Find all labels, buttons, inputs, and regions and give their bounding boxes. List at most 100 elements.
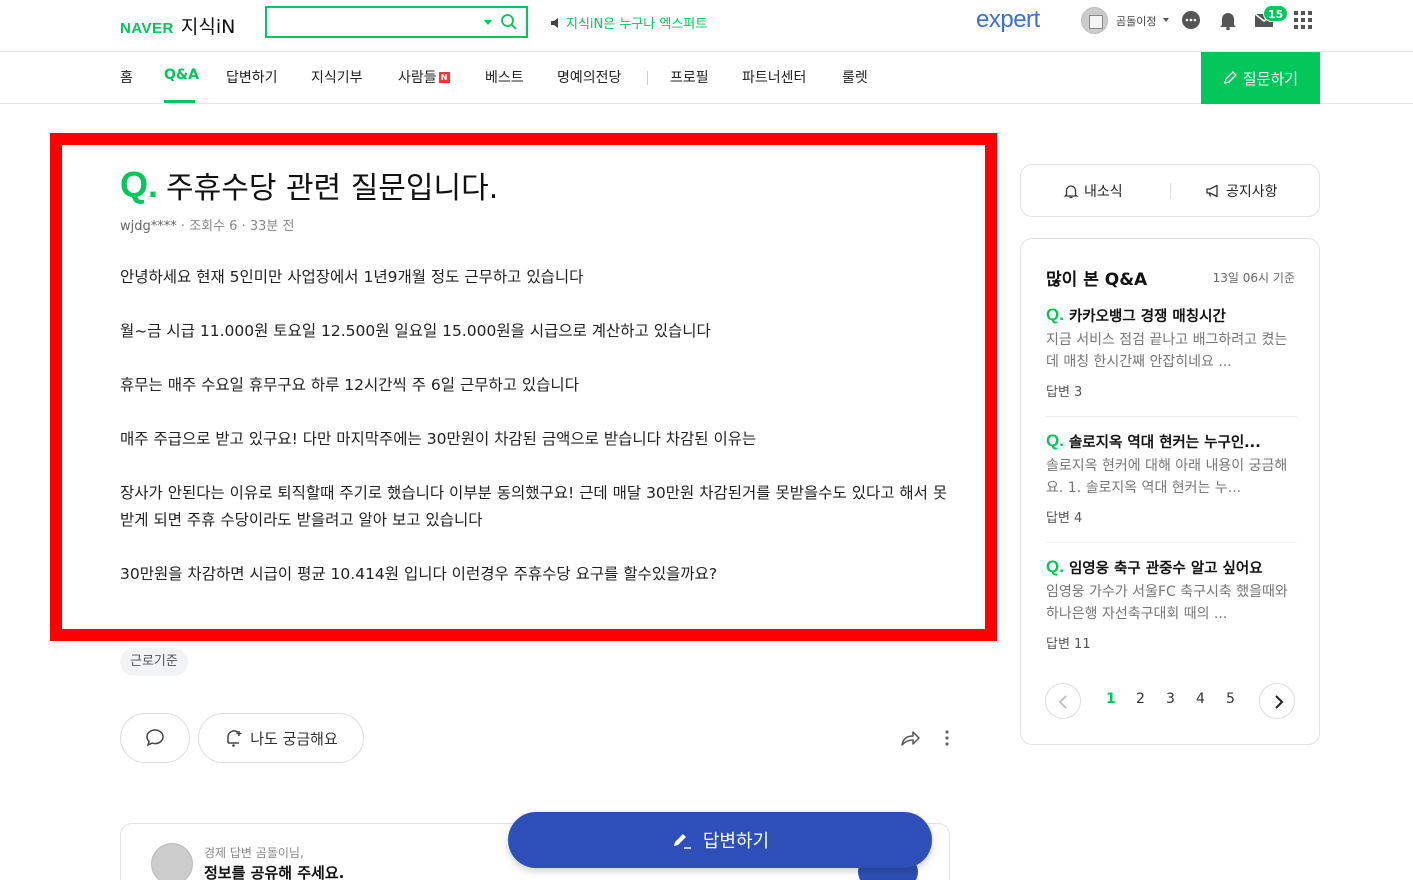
question-tag[interactable]: 근로기준 (120, 648, 188, 676)
popular-qna-title-line[interactable]: Q. 솔로지옥 역대 현커는 누구인... (1046, 431, 1297, 452)
top-header: NAVER 지식iN 지식iN은 누구나 엑스퍼트 expert 곰돌이정 15 (0, 0, 1413, 52)
question-paragraph: 장사가 안된다는 이유로 퇴직할때 주기로 했습니다 이부분 동의했구요! 근데… (120, 484, 948, 529)
chevron-right-icon (1275, 695, 1284, 709)
question-meta: wjdg**** · 조회수 6 · 33분 전 (120, 215, 294, 234)
tab-my-news[interactable]: 내소식 (1063, 181, 1123, 201)
nav-partner-center[interactable]: 파트너센터 (742, 67, 806, 87)
popular-qna-answer-count: 답변 11 (1046, 637, 1091, 652)
nav-home[interactable]: 홈 (120, 67, 133, 87)
pager-page[interactable]: 1 (1106, 691, 1116, 707)
bell-notification-icon[interactable] (1217, 9, 1239, 31)
message-count-badge: 15 (1263, 5, 1289, 22)
nav-people[interactable]: 사람들 N (398, 67, 450, 87)
chevron-left-icon (1058, 695, 1067, 709)
apps-grid-icon[interactable] (1292, 9, 1314, 31)
sidebar-tabs: 내소식 공지사항 (1020, 164, 1320, 217)
pager-prev-button[interactable] (1045, 683, 1081, 719)
curious-label[interactable]: 나도 궁금해요 (250, 728, 338, 749)
nav-people-label[interactable]: 사람들 (398, 70, 437, 86)
share-icon[interactable] (899, 727, 921, 749)
pager-page[interactable]: 2 (1136, 691, 1145, 707)
nav-profile[interactable]: 프로필 (670, 67, 709, 87)
comment-button[interactable] (120, 713, 190, 763)
bell-plus-icon (227, 730, 242, 747)
nav-roulette[interactable]: 룰렛 (842, 67, 868, 87)
search-icon[interactable] (500, 13, 518, 31)
pager-page[interactable]: 4 (1196, 691, 1205, 707)
question-mark: Q. (120, 164, 159, 205)
question-mark: Q. (1046, 305, 1064, 324)
answer-floating-label[interactable]: 답변하기 (703, 827, 769, 853)
nav-qna[interactable]: Q&A (164, 67, 199, 83)
meta-dot: · (180, 219, 190, 234)
nav-divider (647, 71, 648, 85)
popular-qna-item[interactable]: Q. 카카오뱅그 경쟁 매칭시간 지금 서비스 점검 끝나고 배그하려고 켰는데… (1046, 305, 1297, 400)
search-input[interactable] (265, 6, 528, 38)
new-badge: N (438, 72, 450, 83)
nav-best[interactable]: 베스트 (485, 67, 524, 87)
tab-notice[interactable]: 공지사항 (1205, 181, 1278, 201)
ask-question-button[interactable]: 질문하기 (1201, 52, 1320, 104)
naver-jisikin-logo[interactable]: NAVER 지식iN (120, 12, 235, 39)
popular-qna-desc[interactable]: 솔로지옥 현커에 대해 아래 내용이 궁금해요. 1. 솔로지옥 역대 현커는 … (1046, 455, 1297, 499)
popular-qna-item[interactable]: Q. 솔로지옥 역대 현커는 누구인... 솔로지옥 현커에 대해 아래 내용이… (1046, 431, 1297, 526)
expert-logo[interactable]: expert (976, 6, 1040, 34)
sidebar-tab-divider (1170, 183, 1171, 199)
popular-qna-question[interactable]: 카카오뱅그 경쟁 매칭시간 (1069, 305, 1226, 326)
popular-qna-question[interactable]: 솔로지옥 역대 현커는 누구인... (1069, 431, 1261, 452)
tab-notice-label[interactable]: 공지사항 (1226, 181, 1278, 201)
jisikin-logo-text[interactable]: 지식iN (181, 12, 235, 39)
more-options-icon[interactable] (941, 727, 953, 749)
question-title: Q. 주휴수당 관련 질문입니다. (120, 163, 498, 207)
comment-icon (146, 729, 164, 747)
nav-donation[interactable]: 지식기부 (311, 67, 363, 87)
user-menu-caret-icon[interactable] (1163, 18, 1169, 22)
popular-qna-timestamp: 13일 06시 기준 (1212, 271, 1295, 285)
answerer-avatar (151, 843, 193, 880)
tab-my-news-label[interactable]: 내소식 (1084, 181, 1123, 201)
user-avatar[interactable] (1081, 7, 1108, 34)
pen-answer-icon (673, 834, 691, 849)
pencil-icon (1223, 71, 1237, 84)
curious-button[interactable]: 나도 궁금해요 (198, 713, 364, 763)
ask-question-label[interactable]: 질문하기 (1243, 68, 1298, 89)
answer-floating-button[interactable]: 답변하기 (508, 812, 932, 868)
popular-qna-question[interactable]: 임영웅 축구 관중수 알고 싶어요 (1069, 557, 1263, 578)
pager-next-button[interactable] (1259, 683, 1295, 719)
question-time: 33분 전 (249, 219, 295, 234)
question-views: 조회수 6 (189, 219, 238, 234)
username[interactable]: 곰돌이정 (1116, 13, 1156, 29)
popular-qna-title-line[interactable]: Q. 임영웅 축구 관중수 알고 싶어요 (1046, 557, 1297, 578)
pager-page[interactable]: 3 (1166, 691, 1175, 707)
popular-qna-title: 많이 본 Q&A (1046, 270, 1148, 290)
answer-prompt-sub: 경제 답변 곰돌이님, (204, 846, 304, 860)
search-dropdown-icon[interactable] (484, 20, 492, 25)
question-mark: Q. (1046, 431, 1064, 450)
question-paragraph: 매주 주급으로 받고 있구요! 다만 마지막주에는 30만원이 차감된 금액으로… (120, 430, 757, 448)
question-paragraph: 휴무는 매주 수요일 휴무구요 하루 12시간씩 주 6일 근무하고 있습니다 (120, 376, 579, 394)
question-body: 안녕하세요 현재 5인미만 사업장에서 1년9개월 정도 근무하고 있습니다 월… (120, 264, 955, 615)
popular-divider (1046, 416, 1297, 417)
answer-prompt-main: 정보를 공유해 주세요. (204, 864, 345, 880)
question-author[interactable]: wjdg**** (120, 219, 177, 234)
pager-page[interactable]: 5 (1226, 691, 1235, 707)
question-paragraph: 30만원을 차감하면 시급이 평균 10.414원 입니다 이런경우 주휴수당 … (120, 565, 718, 583)
chat-icon[interactable] (1180, 9, 1202, 31)
expert-notice-link[interactable]: 지식iN은 누구나 엑스퍼트 (550, 13, 707, 32)
naver-logo-text[interactable]: NAVER (120, 20, 174, 37)
popular-qna-answer-count: 답변 4 (1046, 511, 1083, 526)
nav-hall-of-fame[interactable]: 명예의전당 (557, 67, 621, 87)
nav-active-underline (164, 100, 195, 103)
meta-dot: · (241, 219, 250, 234)
bell-icon (1063, 185, 1079, 199)
popular-qna-panel: 많이 본 Q&A 13일 06시 기준 Q. 카카오뱅그 경쟁 매칭시간 지금 … (1020, 238, 1320, 745)
popular-qna-desc[interactable]: 지금 서비스 점검 끝나고 배그하려고 켰는데 매칭 한시간째 안잡히네요 ..… (1046, 329, 1297, 373)
expert-notice-text[interactable]: 지식iN은 누구나 엑스퍼트 (566, 13, 707, 32)
megaphone-icon (1206, 184, 1218, 198)
popular-qna-item[interactable]: Q. 임영웅 축구 관중수 알고 싶어요 임영웅 가수가 서울FC 축구시축 했… (1046, 557, 1297, 652)
nav-answer[interactable]: 답변하기 (226, 67, 278, 87)
popular-qna-desc[interactable]: 임영웅 가수가 서울FC 축구시축 했을때와 하나은행 자선축구대회 때의 ..… (1046, 581, 1297, 625)
question-title-text: 주휴수당 관련 질문입니다. (166, 171, 499, 206)
popular-qna-title-line[interactable]: Q. 카카오뱅그 경쟁 매칭시간 (1046, 305, 1297, 326)
question-paragraph: 월~금 시급 11.000원 토요일 12.500원 일요일 15.000원을 … (120, 322, 711, 340)
